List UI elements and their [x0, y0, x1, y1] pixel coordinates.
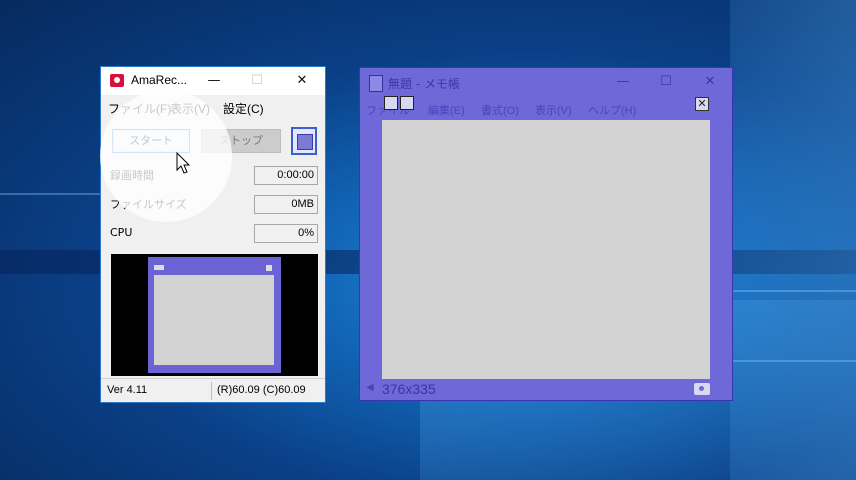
notepad-vertical-scrollbar[interactable] — [710, 120, 732, 379]
camera-icon[interactable] — [694, 383, 710, 395]
preview-close-icon — [266, 265, 272, 271]
notepad-menu-view[interactable]: 表示(V) — [535, 102, 572, 118]
desktop-line — [0, 193, 100, 195]
file-size-value: 0MB — [254, 195, 318, 214]
cpu-value: 0% — [254, 224, 318, 243]
status-separator — [211, 382, 212, 400]
minimize-icon[interactable]: — — [201, 71, 227, 91]
capture-close-icon[interactable]: ✕ — [695, 97, 709, 111]
preview-notepad-thumbnail — [148, 257, 281, 373]
desktop-light-edge — [730, 0, 856, 480]
amarec-titlebar[interactable]: AmaRec... — ☐ ✕ — [101, 67, 325, 95]
preview-edit-area — [154, 275, 274, 365]
notepad-titlebar[interactable]: 無題 - メモ帳 — ☐ ✕ — [360, 68, 732, 96]
amarec-window: AmaRec... — ☐ ✕ ファイル(F) 表示(V) 設定(C) スタート… — [100, 66, 326, 403]
capture-window-icon[interactable] — [400, 96, 414, 110]
capture-preview — [111, 254, 318, 376]
amarec-window-title: AmaRec... — [131, 73, 188, 87]
notepad-title: 無題 - メモ帳 — [388, 77, 460, 91]
start-button[interactable]: スタート — [112, 129, 190, 153]
capture-area-button[interactable] — [291, 127, 317, 155]
frame-rate-text: (R)60.09 (C)60.09 — [217, 384, 306, 396]
recording-time-value: 0:00:00 — [254, 166, 318, 185]
notepad-menu-help[interactable]: ヘルプ(H) — [588, 102, 636, 118]
notepad-close-icon[interactable]: ✕ — [697, 72, 723, 92]
amarec-statusbar: Ver 4.11 (R)60.09 (C)60.09 — [101, 378, 325, 402]
notepad-menu-edit[interactable]: 編集(E) — [428, 102, 465, 118]
desktop-line — [733, 360, 856, 362]
amarec-menubar: ファイル(F) 表示(V) 設定(C) — [101, 97, 325, 117]
stop-button[interactable]: ストップ — [201, 129, 281, 153]
menu-file[interactable]: ファイル(F) — [108, 100, 171, 117]
notepad-minimize-icon[interactable]: — — [610, 72, 636, 92]
capture-info-bar: ◀ 376x335 — [360, 380, 732, 400]
version-text: Ver 4.11 — [107, 384, 148, 396]
amarec-app-icon — [110, 74, 124, 87]
close-icon[interactable]: ✕ — [289, 71, 315, 91]
notepad-maximize-icon[interactable]: ☐ — [653, 72, 679, 92]
scroll-left-icon[interactable]: ◀ — [366, 382, 374, 393]
notepad-edit-area[interactable] — [382, 120, 710, 379]
preview-titlebar — [148, 257, 281, 273]
capture-tool-icons — [382, 96, 416, 112]
menu-settings[interactable]: 設定(C) — [223, 100, 264, 117]
notepad-window-capture-area[interactable]: 無題 - メモ帳 — ☐ ✕ ファイル 編集(E) 書式(O) 表示(V) ヘル… — [359, 67, 733, 401]
recording-time-label: 録画時間 — [110, 169, 154, 182]
desktop-line — [733, 290, 856, 292]
capture-frame-icon[interactable] — [384, 96, 398, 110]
file-size-label: ファイルサイズ — [110, 198, 187, 211]
maximize-icon[interactable]: ☐ — [244, 71, 270, 91]
capture-size-text: 376x335 — [382, 381, 436, 397]
cpu-label: CPU — [110, 226, 133, 239]
notepad-icon — [369, 75, 383, 92]
menu-view[interactable]: 表示(V) — [170, 100, 210, 117]
preview-cap-icons — [154, 265, 164, 270]
notepad-menu-format[interactable]: 書式(O) — [481, 102, 519, 118]
mouse-cursor-icon — [176, 152, 191, 174]
